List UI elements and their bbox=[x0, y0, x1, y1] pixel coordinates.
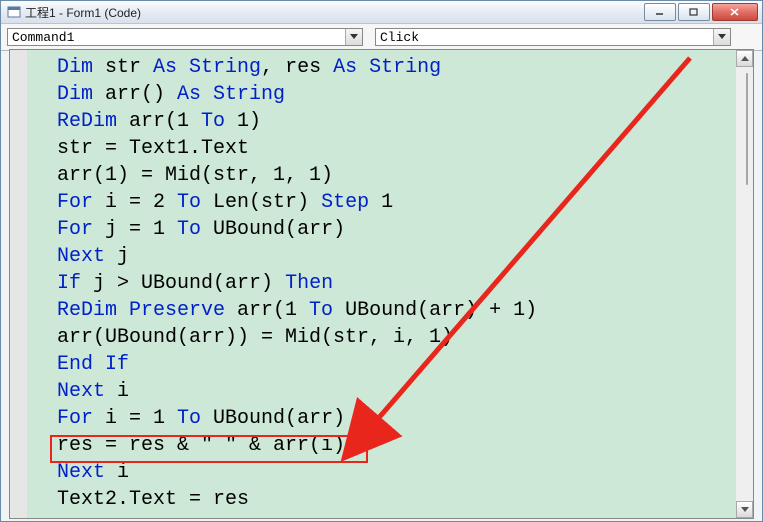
code-keyword: Then bbox=[285, 272, 333, 295]
code-keyword: To bbox=[201, 110, 225, 133]
code-text: arr(1 bbox=[117, 110, 201, 133]
code-keyword: To bbox=[177, 407, 201, 430]
dropdown-bar: Command1 Click bbox=[1, 24, 762, 51]
code-text: i bbox=[105, 461, 129, 484]
code-text: j = 1 bbox=[93, 218, 177, 241]
code-text: i = 2 bbox=[93, 191, 177, 214]
code-keyword: To bbox=[177, 191, 201, 214]
code-text: UBound(arr) bbox=[201, 218, 345, 241]
code-text: j > UBound(arr) bbox=[81, 272, 285, 295]
code-window: 工程1 - Form1 (Code) Command1 Click bbox=[0, 0, 763, 522]
form-icon bbox=[7, 5, 21, 19]
code-text: , res bbox=[261, 56, 333, 79]
procedure-combo-value: Click bbox=[380, 30, 419, 45]
code-text: j bbox=[105, 245, 129, 268]
minimize-button[interactable] bbox=[644, 3, 676, 21]
code-text: 1 bbox=[369, 191, 393, 214]
code-text: Len(str) bbox=[201, 191, 321, 214]
vertical-scrollbar[interactable] bbox=[736, 50, 753, 518]
maximize-button[interactable] bbox=[678, 3, 710, 21]
procedure-combo[interactable]: Click bbox=[375, 28, 731, 46]
window-controls-group bbox=[644, 3, 758, 21]
code-keyword: For bbox=[57, 407, 93, 430]
title-bar[interactable]: 工程1 - Form1 (Code) bbox=[1, 1, 762, 24]
code-keyword: ReDim bbox=[57, 110, 117, 133]
code-text: res = res & " " & arr(i) bbox=[57, 434, 345, 457]
code-keyword: ReDim Preserve bbox=[57, 299, 225, 322]
code-text: UBound(arr) bbox=[201, 407, 345, 430]
code-keyword: Dim bbox=[57, 56, 93, 79]
code-editor[interactable]: Dim str As String, res As String Dim arr… bbox=[27, 50, 736, 518]
chevron-down-icon bbox=[345, 29, 362, 45]
close-button[interactable] bbox=[712, 3, 758, 21]
code-text: 1) bbox=[225, 110, 261, 133]
code-keyword: Dim bbox=[57, 83, 93, 106]
code-keyword: For bbox=[57, 191, 93, 214]
code-text: i = 1 bbox=[93, 407, 177, 430]
code-text: i bbox=[105, 380, 129, 403]
window-title: 工程1 - Form1 (Code) bbox=[25, 4, 644, 21]
code-keyword: Next bbox=[57, 380, 105, 403]
code-keyword: To bbox=[309, 299, 333, 322]
code-text: arr() bbox=[93, 83, 177, 106]
code-gutter bbox=[10, 50, 28, 518]
code-text: arr(1 bbox=[225, 299, 309, 322]
code-text: arr(UBound(arr)) = Mid(str, i, 1) bbox=[57, 326, 453, 349]
object-combo-value: Command1 bbox=[12, 30, 74, 45]
code-keyword: As String bbox=[153, 56, 261, 79]
code-keyword: For bbox=[57, 218, 93, 241]
code-keyword: Step bbox=[321, 191, 369, 214]
code-keyword: Next bbox=[57, 245, 105, 268]
object-combo[interactable]: Command1 bbox=[7, 28, 363, 46]
code-text: str = Text1.Text bbox=[57, 137, 249, 160]
code-keyword: End If bbox=[57, 353, 129, 376]
scroll-up-button[interactable] bbox=[736, 50, 753, 67]
code-text: arr(1) = Mid(str, 1, 1) bbox=[57, 164, 333, 187]
code-keyword: To bbox=[177, 218, 201, 241]
code-text: UBound(arr) + 1) bbox=[333, 299, 537, 322]
code-text: Text2.Text = res bbox=[57, 488, 249, 511]
code-keyword: As String bbox=[333, 56, 441, 79]
code-keyword: If bbox=[57, 272, 81, 295]
code-container: Dim str As String, res As String Dim arr… bbox=[9, 49, 754, 519]
code-keyword: As String bbox=[177, 83, 285, 106]
code-keyword: Next bbox=[57, 461, 105, 484]
scroll-down-button[interactable] bbox=[736, 501, 753, 518]
scroll-thumb[interactable] bbox=[746, 73, 748, 185]
code-text: str bbox=[93, 56, 153, 79]
chevron-down-icon bbox=[713, 29, 730, 45]
